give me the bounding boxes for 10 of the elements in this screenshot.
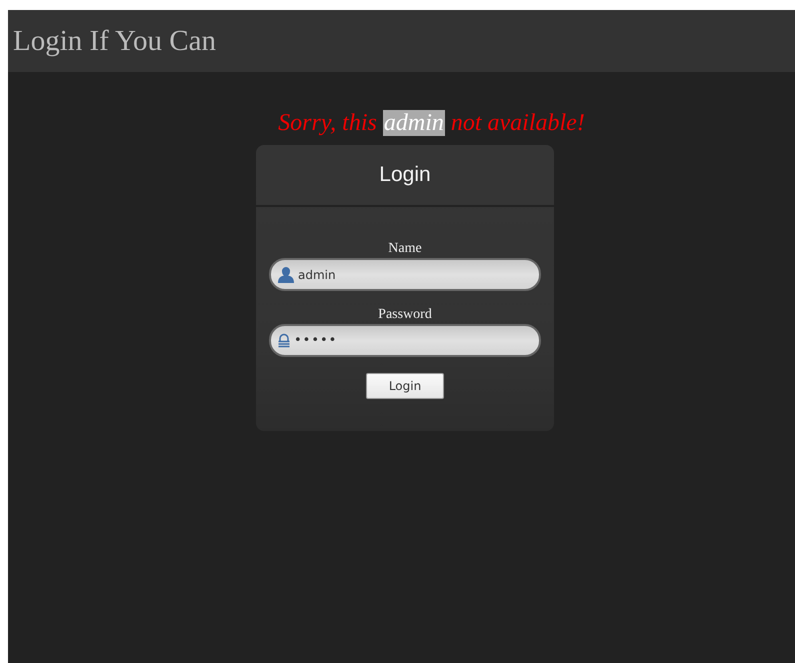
- page-title: Login If You Can: [13, 24, 216, 58]
- card-title: Login: [379, 163, 431, 187]
- field-label: Name: [388, 241, 422, 257]
- user-icon: [277, 266, 295, 284]
- lock-icon: [277, 332, 291, 348]
- password-field[interactable]: •••••: [269, 324, 541, 357]
- error-message: Sorry, this admin not available!: [278, 109, 585, 138]
- field-label: Password: [378, 307, 432, 323]
- login-button[interactable]: Login: [366, 373, 444, 399]
- name-field[interactable]: admin: [269, 258, 541, 291]
